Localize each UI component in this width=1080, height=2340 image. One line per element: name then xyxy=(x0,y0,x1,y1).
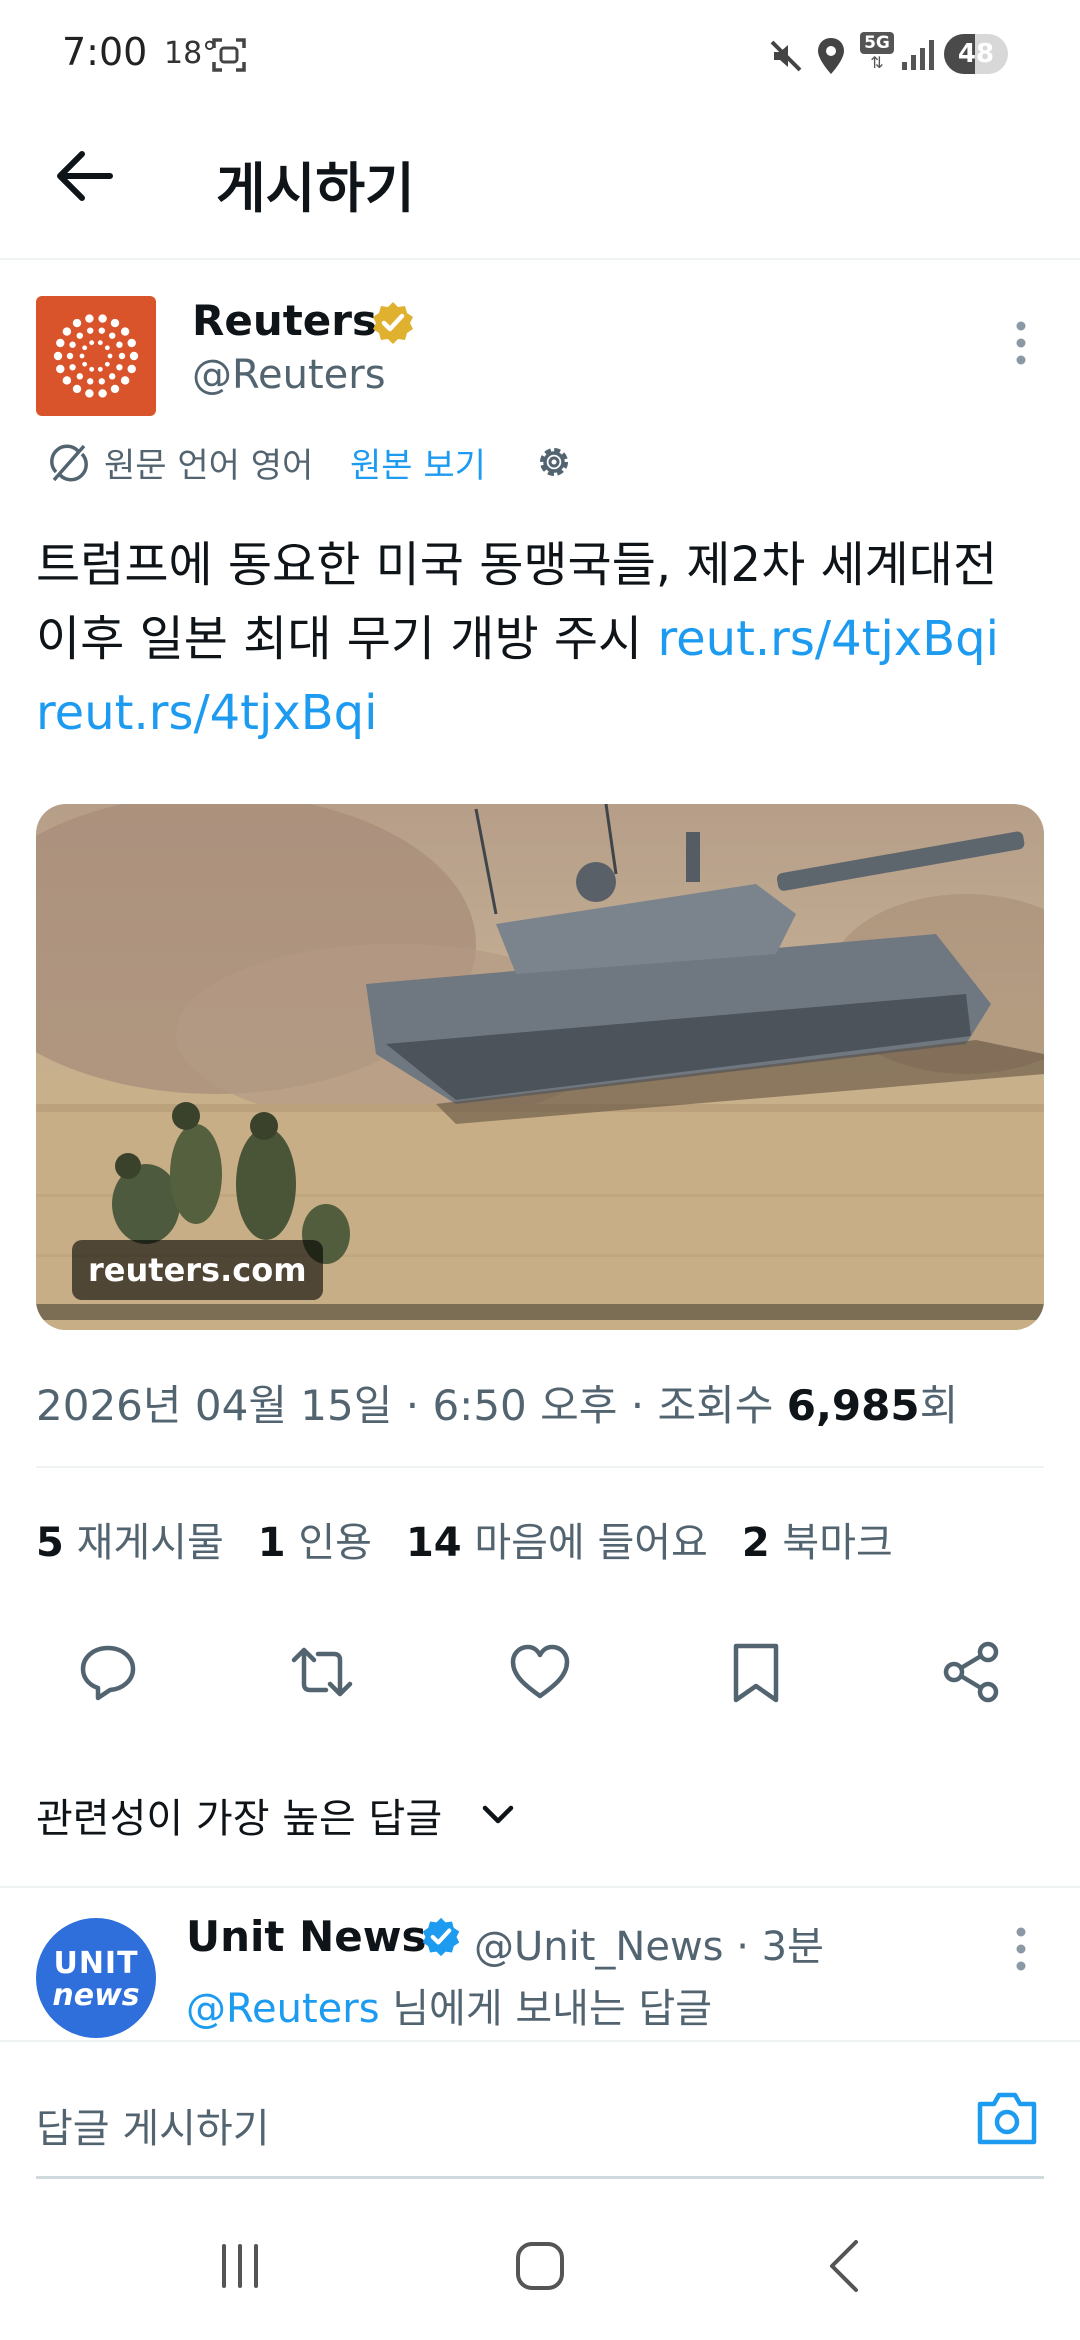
sort-divider xyxy=(0,1886,1080,1888)
bookmarks-stat[interactable]: 2 북마크 xyxy=(742,1520,893,1566)
gear-icon xyxy=(540,448,568,476)
reply-handle-time: @Unit_News · 3분 xyxy=(474,1924,824,1970)
back-button[interactable] xyxy=(52,146,116,206)
reply-icon xyxy=(80,1645,136,1701)
tweet-link-1[interactable]: reut.rs/4tjxBqi xyxy=(657,611,998,667)
author-name[interactable]: Reuters xyxy=(192,296,377,345)
reply-mention-link[interactable]: @Reuters xyxy=(186,1986,380,2032)
repost-icon xyxy=(291,1647,353,1697)
avatar-logo-top: UNIT xyxy=(53,1946,139,1981)
translation-settings-button[interactable] xyxy=(532,440,576,484)
home-button[interactable] xyxy=(510,2236,570,2296)
meta-divider xyxy=(36,1466,1044,1468)
heart-icon xyxy=(510,1644,570,1699)
recent-apps-icon xyxy=(222,2244,258,2288)
bookmark-icon xyxy=(733,1643,779,1703)
translate-icon xyxy=(50,444,88,482)
bookmark-button[interactable] xyxy=(724,1640,788,1704)
avatar-logo-bottom: news xyxy=(52,1978,140,2013)
tweet-media-card[interactable]: reuters.com xyxy=(36,804,1044,1330)
engagement-stats: 5 재게시물 1 인용 14 마음에 들어요 2 북마크 xyxy=(36,1510,893,1568)
reply-more-options-button[interactable] xyxy=(1006,1924,1036,1974)
reply-to-suffix: 님에게 보내는 답글 xyxy=(379,1986,713,2032)
share-button[interactable] xyxy=(940,1640,1004,1704)
tweet-link-2[interactable]: reut.rs/4tjxBqi xyxy=(36,685,377,741)
tweet-timestamp-views: 2026년 04월 15일 · 6:50 오후 · 조회수 6,985회 xyxy=(36,1372,958,1433)
reply-sort-label[interactable]: 관련성이 가장 높은 답글 xyxy=(36,1786,442,1844)
reposts-stat[interactable]: 5 재게시물 xyxy=(36,1520,224,1566)
status-bar: 7:00 18° 5G ⇅ 48 xyxy=(0,0,1080,110)
unit-news-avatar[interactable]: UNIT news xyxy=(36,1918,156,2038)
more-vertical-icon xyxy=(1016,321,1026,365)
recent-apps-button[interactable] xyxy=(210,2236,270,2296)
likes-stat[interactable]: 14 마음에 들어요 xyxy=(406,1520,708,1566)
original-language-label: 원문 언어 영어 xyxy=(104,446,314,486)
reply-author-name[interactable]: Unit News xyxy=(186,1912,427,1961)
system-back-button[interactable] xyxy=(816,2236,876,2296)
author-handle[interactable]: @Reuters xyxy=(192,352,386,398)
chevron-down-icon[interactable] xyxy=(480,1800,516,1830)
tweet-text: 트럼프에 동요한 미국 동맹국들, 제2차 세계대전 이후 일본 최대 무기 개… xyxy=(36,528,1046,750)
page-title: 게시하기 xyxy=(216,157,415,220)
mute-icon xyxy=(770,40,802,72)
battery-icon: 48 xyxy=(944,34,1008,74)
header-divider xyxy=(0,258,1080,260)
more-options-button[interactable] xyxy=(1006,318,1036,368)
reuters-avatar[interactable] xyxy=(36,296,156,416)
quotes-stat[interactable]: 1 인용 xyxy=(258,1520,372,1566)
compose-divider xyxy=(0,2040,1080,2042)
view-original-link[interactable]: 원본 보기 xyxy=(350,438,486,487)
screenshot-icon xyxy=(212,38,246,72)
view-count-suffix: 회 xyxy=(919,1381,959,1430)
arrow-left-icon xyxy=(57,151,113,201)
camera-button[interactable] xyxy=(976,2090,1038,2146)
compose-underline xyxy=(36,2176,1044,2179)
verified-badge-icon xyxy=(373,302,413,344)
status-time: 7:00 xyxy=(62,30,148,74)
reply-input[interactable]: 답글 게시하기 xyxy=(36,2096,270,2154)
chevron-left-icon xyxy=(830,2240,858,2292)
more-vertical-icon xyxy=(1016,1927,1026,1971)
share-icon xyxy=(943,1641,999,1703)
like-button[interactable] xyxy=(508,1640,572,1704)
view-count: 6,985 xyxy=(786,1381,920,1430)
camera-icon xyxy=(977,2092,1037,2145)
replying-to-label: @Reuters 님에게 보내는 답글 xyxy=(186,1976,712,2034)
home-icon xyxy=(516,2242,564,2290)
media-domain-label: reuters.com xyxy=(72,1240,323,1300)
reuters-logo-icon xyxy=(53,314,139,398)
signal-icon xyxy=(902,40,934,70)
location-icon xyxy=(818,38,844,74)
network-5g-icon: 5G ⇅ xyxy=(860,32,894,76)
verified-badge-icon xyxy=(422,1917,460,1957)
reply-button[interactable] xyxy=(76,1640,140,1704)
tweet-date-time: 2026년 04월 15일 · 6:50 오후 · 조회수 xyxy=(36,1381,787,1430)
repost-button[interactable] xyxy=(290,1640,354,1704)
